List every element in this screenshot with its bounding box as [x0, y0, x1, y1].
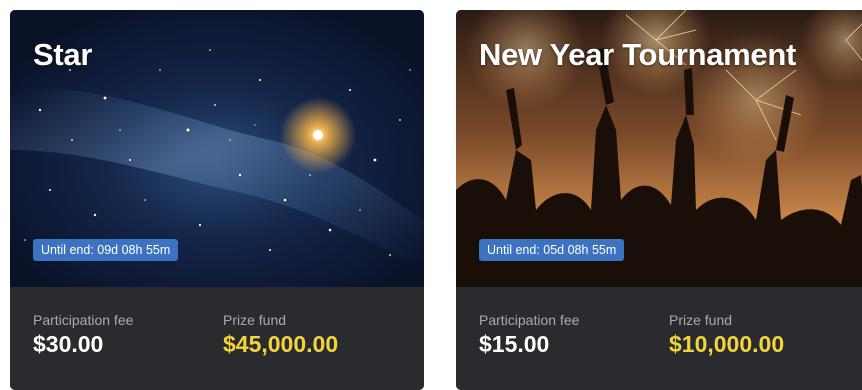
prize-fund-value: $10,000.00	[669, 331, 785, 357]
participation-fee-value: $30.00	[33, 331, 104, 357]
card-image-fireworks-crowd: New Year Tournament Until end: 05d 08h 5…	[456, 10, 862, 287]
participation-fee-value: $15.00	[479, 331, 550, 357]
card-title: New Year Tournament	[479, 37, 797, 72]
timer-badge: Until end: 09d 08h 55m	[33, 239, 179, 261]
participation-fee-label: Participation fee	[479, 312, 580, 328]
card-title: Star	[33, 37, 93, 72]
card-image-starfield: Star Until end: 09d 08h 55m	[10, 10, 424, 287]
card-footer: Participation fee $30.00 Prize fund $45,…	[10, 287, 424, 390]
prize-fund-label: Prize fund	[669, 312, 733, 328]
tournament-card-new-year[interactable]: New Year Tournament Until end: 05d 08h 5…	[456, 10, 862, 390]
prize-fund-label: Prize fund	[223, 312, 287, 328]
timer-badge: Until end: 05d 08h 55m	[479, 239, 625, 261]
card-footer: Participation fee $15.00 Prize fund $10,…	[456, 287, 862, 390]
tournament-card-star[interactable]: Star Until end: 09d 08h 55m Participatio…	[10, 10, 424, 390]
participation-fee-label: Participation fee	[33, 312, 134, 328]
prize-fund-value: $45,000.00	[223, 331, 339, 357]
